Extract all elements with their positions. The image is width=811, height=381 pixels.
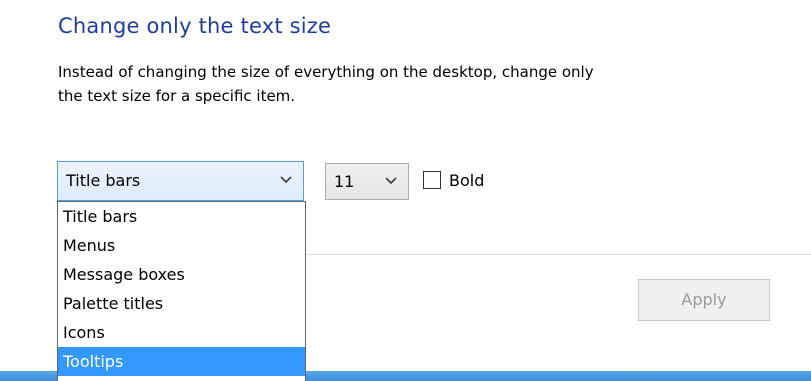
bold-checkbox[interactable] [423,171,441,189]
dropdown-item-palette-titles[interactable]: Palette titles [58,289,305,318]
dropdown-item-menus[interactable]: Menus [58,231,305,260]
divider [305,254,811,255]
item-dropdown-list[interactable]: Title bars Menus Message boxes Palette t… [57,201,306,381]
size-select[interactable]: 11 [325,163,409,200]
description-line-1: Instead of changing the size of everythi… [58,63,594,81]
chevron-down-icon [280,176,292,184]
bold-label: Bold [449,170,485,190]
dropdown-item-title-bars[interactable]: Title bars [58,202,305,231]
section-description: Instead of changing the size of everythi… [58,60,811,108]
dropdown-item-icons[interactable]: Icons [58,318,305,347]
size-select-value: 11 [334,172,355,191]
item-select[interactable]: Title bars [57,161,304,201]
bold-checkbox-control[interactable]: Bold [423,167,484,193]
chevron-down-icon [385,177,397,185]
section-heading: Change only the text size [58,14,332,38]
dropdown-item-tooltips[interactable]: Tooltips [58,347,305,376]
apply-button[interactable]: Apply [638,279,770,321]
description-line-2: the text size for a specific item. [58,87,296,105]
dropdown-item-message-boxes[interactable]: Message boxes [58,260,305,289]
item-select-value: Title bars [66,171,141,190]
